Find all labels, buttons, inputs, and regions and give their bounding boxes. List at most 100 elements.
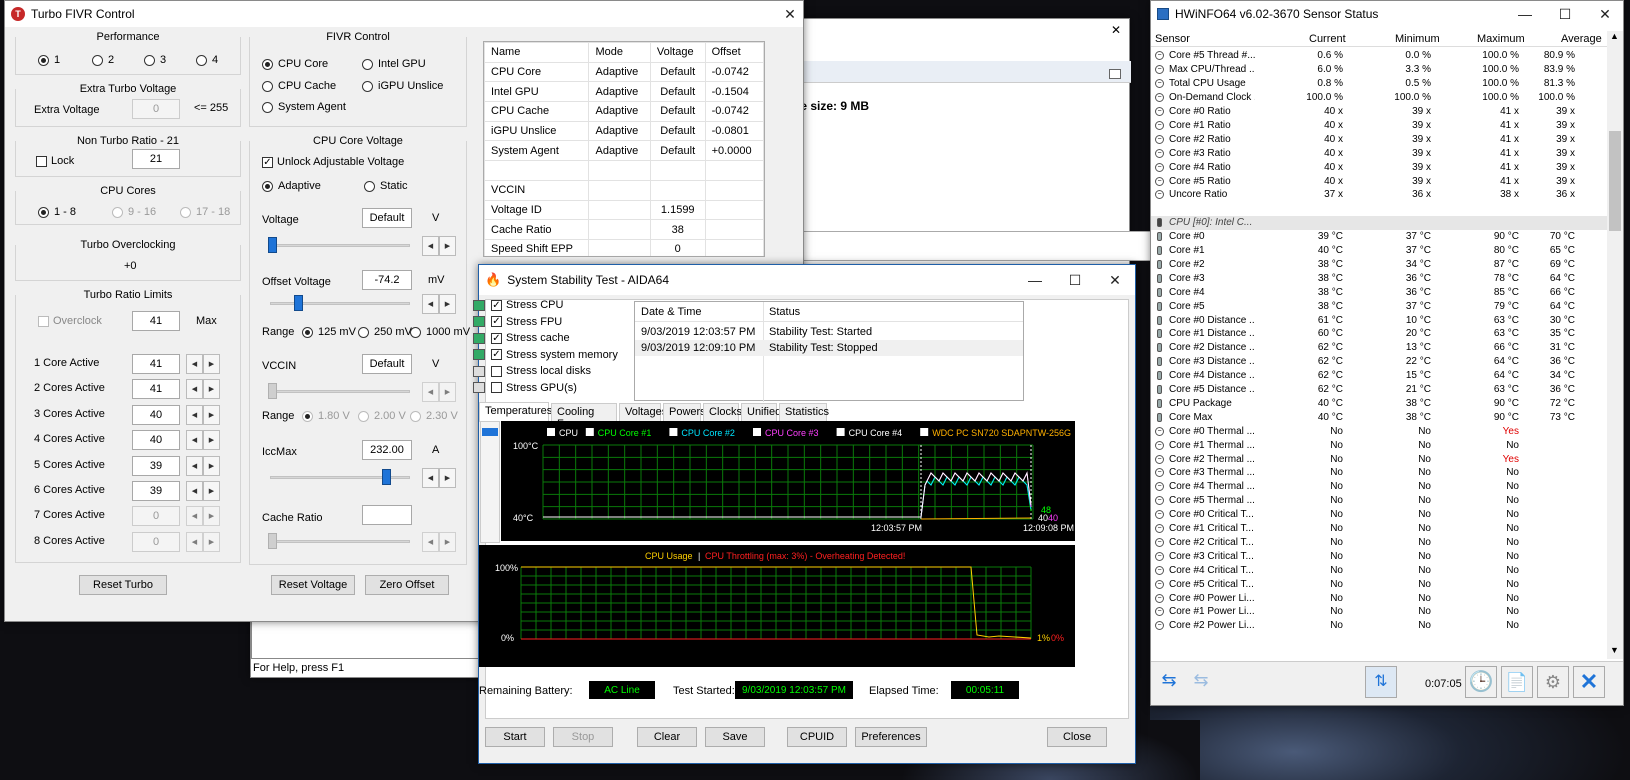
offset-spinner[interactable]: ◀ ▶ [422, 294, 456, 314]
range-radio-250[interactable] [358, 326, 369, 338]
voltage-inc-icon[interactable]: ▶ [439, 236, 456, 256]
ratio-row-spinner[interactable]: ◀ ▶ [186, 430, 220, 451]
ratio-dec-icon[interactable]: ◀ [186, 531, 203, 552]
fivr-opt-intel-gpu[interactable]: Intel GPU [362, 58, 426, 70]
extra-voltage-input[interactable]: 0 [132, 99, 180, 119]
range-opt-125[interactable]: 125 mV [302, 326, 356, 338]
lock-checkbox-box[interactable] [36, 155, 47, 167]
vccin-slider-thumb[interactable] [268, 383, 277, 399]
range2-opt-230[interactable]: 2.30 V [410, 410, 458, 422]
stress-option[interactable]: ✓ Stress system memory [473, 349, 618, 361]
iccmax-spinner[interactable]: ◀ ▶ [422, 468, 456, 488]
perf-radio-2[interactable] [92, 54, 103, 66]
sensor-row[interactable]: − Uncore Ratio 37 x 36 x 38 x 36 x [1151, 188, 1581, 202]
hwinfo-scroll-thumb[interactable] [1609, 131, 1621, 231]
stress-option[interactable]: ✓ Stress cache [473, 332, 570, 344]
fivr-table-row[interactable]: Speed Shift EPP 0 [484, 238, 764, 256]
unlock-voltage-checkbox-box[interactable]: ✓ [262, 156, 273, 168]
close-x-icon[interactable]: ✕ [1573, 666, 1605, 698]
ratio-row-spinner[interactable]: ◀ ▶ [186, 455, 220, 476]
sensor-row[interactable]: − Core #2 Critical T... No No No [1151, 536, 1581, 550]
fivr-close-icon[interactable]: ✕ [775, 1, 805, 27]
perf-option-2[interactable]: 2 [92, 54, 114, 66]
zero-offset-button[interactable]: Zero Offset [365, 575, 449, 595]
ratio-row-input[interactable]: 40 [132, 430, 180, 451]
legend-checkbox-icon[interactable] [547, 428, 555, 436]
sensor-row[interactable]: Core #3 38 °C 36 °C 78 °C 64 °C [1151, 271, 1581, 285]
sensor-row[interactable]: − Core #0 Power Li... No No No [1151, 591, 1581, 605]
ratio-dec-icon[interactable]: ◀ [186, 404, 203, 425]
fivr-radio-intel-gpu[interactable] [362, 58, 373, 70]
legend-checkbox-icon[interactable] [836, 428, 845, 436]
range-radio-125[interactable] [302, 326, 313, 338]
log-row[interactable]: 9/03/2019 12:09:10 PM Stability Test: St… [635, 340, 1023, 356]
range2-radio-180[interactable] [302, 410, 313, 422]
ratio-dec-icon[interactable]: ◀ [186, 506, 203, 527]
ratio-inc-icon[interactable]: ▶ [203, 430, 220, 451]
ratio-inc-icon[interactable]: ▶ [203, 379, 220, 400]
cpuid-button[interactable]: CPUID [787, 727, 847, 747]
ratio-inc-icon[interactable]: ▶ [203, 455, 220, 476]
sensor-row[interactable]: − Core #3 Ratio 40 x 39 x 41 x 39 x [1151, 146, 1581, 160]
unlock-voltage-checkbox[interactable]: ✓ Unlock Adjustable Voltage [262, 156, 404, 168]
perf-option-4[interactable]: 4 [196, 54, 218, 66]
nav-arrows-dim-icon[interactable]: ⇆ [1187, 670, 1215, 696]
background-app-close-icon[interactable]: ✕ [1111, 23, 1121, 37]
sensor-row[interactable]: − Core #1 Power Li... No No No [1151, 605, 1581, 619]
sensor-row[interactable]: Core #0 39 °C 37 °C 90 °C 70 °C [1151, 230, 1581, 244]
hwinfo-scroll-up-icon[interactable]: ▲ [1610, 31, 1619, 41]
hw-col-sensor[interactable]: Sensor [1155, 33, 1190, 45]
sensor-row[interactable]: Core Max 40 °C 38 °C 90 °C 73 °C [1151, 410, 1581, 424]
log-col-datetime[interactable]: Date & Time [641, 306, 702, 318]
sensor-row[interactable]: − Core #4 Ratio 40 x 39 x 41 x 39 x [1151, 160, 1581, 174]
aida-maximize-icon[interactable]: ☐ [1055, 265, 1095, 295]
sensor-row[interactable]: − Core #0 Ratio 40 x 39 x 41 x 39 x [1151, 105, 1581, 119]
ratio-row-input[interactable]: 0 [132, 531, 180, 552]
fivr-radio-cpu-core[interactable] [262, 58, 273, 70]
stress-checkbox[interactable]: ✓ [491, 332, 502, 344]
cores-radio-17-18[interactable] [180, 206, 191, 218]
tab-unified[interactable]: Unified [741, 403, 781, 422]
perf-option-3[interactable]: 3 [144, 54, 166, 66]
legend-checkbox-icon[interactable] [753, 428, 761, 436]
fivr-table-row[interactable] [484, 160, 764, 181]
sensor-row[interactable]: − Core #1 Critical T... No No No [1151, 522, 1581, 536]
fivr-opt-igpu-unslice[interactable]: iGPU Unslice [362, 80, 443, 92]
sensor-row[interactable]: − Core #5 Ratio 40 x 39 x 41 x 39 x [1151, 174, 1581, 188]
col-voltage[interactable]: Voltage [649, 42, 706, 63]
vccin-input[interactable]: Default [362, 354, 412, 374]
sensor-row[interactable]: Core #2 Distance ... 62 °C 13 °C 66 °C 31 °C [1151, 341, 1581, 355]
sensor-row[interactable]: − Max CPU/Thread ... 6.0 % 3.3 % 100.0 % 83.9… [1151, 63, 1581, 77]
range-opt-1000[interactable]: 1000 mV [410, 326, 470, 338]
fivr-table-row[interactable]: CPU Cache Adaptive Default -0.0742 [484, 101, 764, 122]
stress-checkbox[interactable]: ✓ [491, 349, 502, 361]
adaptive-option[interactable]: Adaptive [262, 180, 321, 192]
hw-col-average[interactable]: Average [1561, 33, 1602, 45]
ratio-row-spinner[interactable]: ◀ ▶ [186, 379, 220, 400]
ratio-row-input[interactable]: 0 [132, 506, 180, 527]
cores-option-1-8[interactable]: 1 - 8 [38, 206, 76, 218]
range2-opt-180[interactable]: 1.80 V [302, 410, 350, 422]
sensor-row[interactable]: − Core #2 Thermal ... No No Yes [1151, 452, 1581, 466]
aida-window[interactable]: 🔥 System Stability Test - AIDA64 — ☐ ✕ ✓… [473, 264, 1136, 764]
stress-checkbox[interactable]: ✓ [491, 299, 502, 311]
sensor-row[interactable]: − Core #5 Thermal ... No No No [1151, 494, 1581, 508]
background-app-restore-icon[interactable] [1109, 69, 1121, 79]
cache-dec-icon[interactable]: ◀ [422, 532, 439, 552]
tab-statistics[interactable]: Statistics [779, 403, 829, 422]
fivr-table-row[interactable]: CPU Core Adaptive Default -0.0742 [484, 61, 764, 83]
sensor-row[interactable]: − On-Demand Clock ... 100.0 % 100.0 % 100.0 … [1151, 91, 1581, 105]
ratio-dec-icon[interactable]: ◀ [186, 379, 203, 400]
stress-option[interactable]: Stress GPU(s) [473, 382, 577, 394]
ratio-row-spinner[interactable]: ◀ ▶ [186, 354, 220, 374]
cache-slider-track[interactable] [270, 540, 410, 543]
nav-arrows-icon[interactable]: ⇆ [1155, 670, 1183, 696]
ratio-dec-icon[interactable]: ◀ [186, 430, 203, 451]
ratio-inc-icon[interactable]: ▶ [203, 531, 220, 552]
log-row[interactable]: 9/03/2019 12:03:57 PM Stability Test: St… [635, 324, 1023, 340]
fivr-radio-cpu-cache[interactable] [262, 80, 273, 92]
sensor-row[interactable]: − Core #4 Thermal ... No No No [1151, 480, 1581, 494]
aida-close-icon[interactable]: ✕ [1095, 265, 1135, 295]
cores-option-17-18[interactable]: 17 - 18 [180, 206, 230, 218]
range-radio-1000[interactable] [410, 326, 421, 338]
